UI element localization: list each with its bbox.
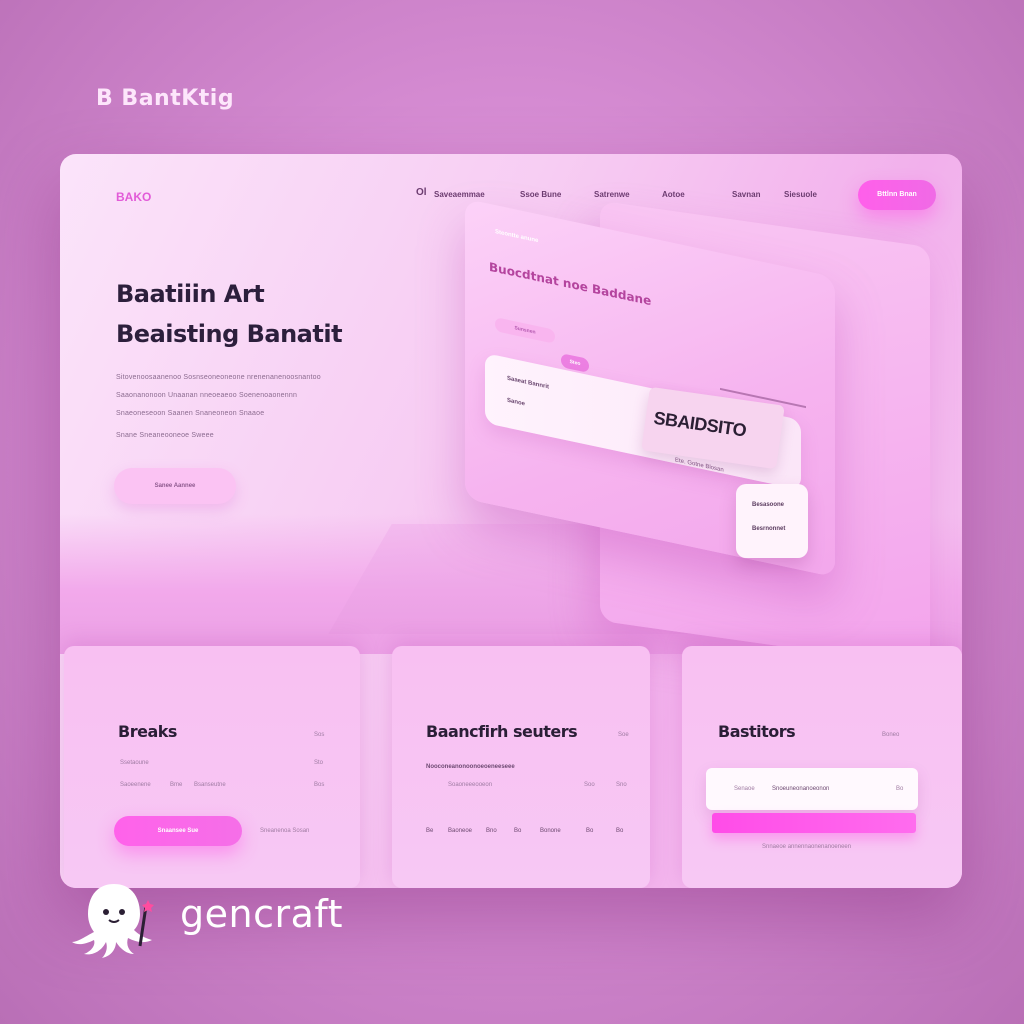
- card-meta: Ssetaoune: [120, 760, 149, 766]
- hero-button[interactable]: Sanee Aannee: [114, 468, 236, 504]
- nav-item-4[interactable]: Aotoe: [662, 190, 685, 199]
- panel-title: Buocdtnat noe Baddane: [489, 259, 652, 309]
- hero-title-line2: Beaisting Banatit: [116, 320, 343, 348]
- hero-body-line: Snane Sneaneooneoe Sweee: [116, 432, 214, 439]
- card-stat: Baoneoe: [448, 828, 473, 834]
- nav-item-5[interactable]: Savnan: [732, 190, 760, 199]
- feature-card-visitors: Bastitors Boneo Senaoe Snoeuneonanoeonon…: [682, 646, 962, 888]
- hero-body-line: Snaeoneseoon Saanen Snaneoneon Snaaoe: [116, 410, 265, 417]
- panel-card-line: Saaeat Bannrit: [507, 375, 550, 391]
- card-title: Breaks: [118, 722, 177, 741]
- header-cta-button[interactable]: Bttlnn Bnan: [858, 180, 936, 210]
- mini-card-line: Besasoone: [752, 502, 785, 508]
- card-meta: Nooconeanonoonoeoeneeseee: [426, 764, 515, 770]
- hero-body-line: Sitovenoosaanenoo Sosnseoneoneone nrenen…: [116, 374, 321, 381]
- octopus-mascot-icon: [72, 884, 154, 958]
- nav-item-6[interactable]: Siesuole: [784, 190, 817, 199]
- card-meta: Soaoneeeooeon: [448, 782, 493, 788]
- card-title: Baancfirh seuters: [426, 722, 578, 741]
- card-tag: Soe: [618, 732, 629, 738]
- card-stat: Bno: [486, 828, 497, 834]
- input-suffix: Bo: [896, 786, 904, 792]
- card-meta: Sto: [314, 760, 324, 766]
- card-meta: Soo: [584, 782, 595, 788]
- card-stat: Bo: [514, 828, 522, 834]
- feature-card-breaks: Breaks Sos Ssetaoune Sto Saoeenene Bme B…: [64, 646, 360, 888]
- card-meta: Bsanseutne: [194, 782, 226, 788]
- card-stat: Bo: [616, 828, 624, 834]
- card-stat: Bo: [586, 828, 594, 834]
- card-tag: Boneo: [882, 732, 900, 738]
- panel-card-line: Sanoe: [507, 397, 526, 408]
- hero-body-line: Saaonanonoon Unaanan nneoeaeoo Soenenoao…: [116, 392, 298, 399]
- brand-title: B BantKtig: [96, 86, 235, 111]
- logo[interactable]: BAKO: [116, 190, 151, 204]
- card-title: Bastitors: [718, 722, 796, 741]
- nav-item-home[interactable]: Ol: [416, 187, 427, 198]
- mini-card-line: Besrnonnet: [752, 526, 786, 532]
- nav-item-3[interactable]: Satrenwe: [594, 190, 630, 199]
- card-tag: Sos: [314, 732, 325, 738]
- nav-item-2[interactable]: Ssoe Bune: [520, 190, 561, 199]
- illustration-mini-card: Besasoone Besrnonnet: [736, 484, 808, 558]
- app-window: BAKO Ol Saveaemmae Ssoe Bune Satrenwe Ao…: [60, 154, 962, 888]
- card-meta: Saoeenene: [120, 782, 151, 788]
- card-stat: Bonone: [540, 828, 561, 834]
- card-submit-bar[interactable]: [712, 813, 916, 833]
- sticker-text: SBAIDSITO: [652, 407, 748, 441]
- input-value: Snoeuneonanoeonon: [772, 786, 830, 792]
- feature-card-search: Baancfirh seuters Soe Nooconeanonoonoeoe…: [392, 646, 650, 888]
- card-meta: Bme: [170, 782, 183, 788]
- card-primary-button[interactable]: Snaansee Sue: [114, 816, 242, 846]
- card-input-field[interactable]: Senaoe Snoeuneonanoeonon Bo: [706, 768, 918, 810]
- input-label: Senaoe: [734, 786, 755, 792]
- card-stat: Be: [426, 828, 434, 834]
- card-meta: Sno: [616, 782, 627, 788]
- panel-chip[interactable]: Sunsnen: [495, 317, 555, 344]
- panel-label: Steontte anune: [495, 229, 539, 245]
- card-side-note: Sneanenoa Sosan: [260, 828, 310, 834]
- hero-title-line1: Baatiiin Art: [116, 280, 265, 308]
- watermark-text: gencraft: [180, 892, 343, 936]
- card-footnote: Snnaeoe annennaonenanoeneen: [762, 844, 852, 850]
- card-meta: Bos: [314, 782, 325, 788]
- nav-item-1[interactable]: Saveaemmae: [434, 190, 485, 199]
